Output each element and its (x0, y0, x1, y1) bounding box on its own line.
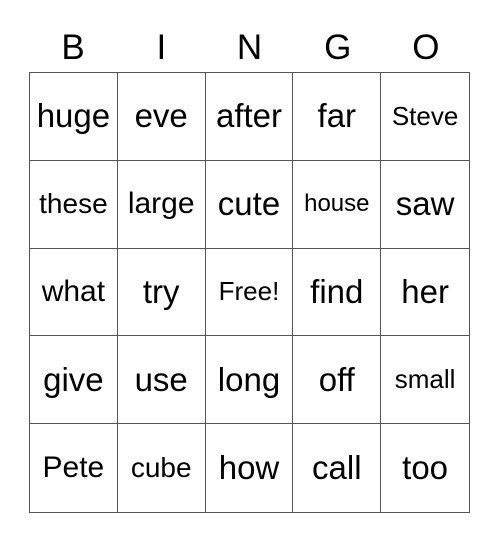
bingo-cell[interactable]: Pete (30, 424, 118, 512)
bingo-cell[interactable]: try (117, 248, 206, 337)
bingo-cell[interactable]: what (30, 248, 118, 337)
bingo-cell[interactable]: too (381, 424, 469, 512)
bingo-cell[interactable]: her (381, 249, 469, 337)
bingo-cell[interactable]: after (205, 73, 294, 161)
header-letter-g: G (324, 28, 352, 67)
bingo-cell[interactable]: give (30, 336, 118, 425)
bingo-cell[interactable]: Steve (381, 73, 469, 161)
header-letter-n: N (236, 28, 263, 67)
bingo-cell[interactable]: eve (117, 73, 206, 161)
bingo-cell[interactable]: small (381, 336, 469, 425)
bingo-cell[interactable]: cute (205, 160, 294, 249)
bingo-cell[interactable]: cube (118, 424, 206, 512)
bingo-grid: huge eve after far Steve these large cut… (29, 72, 470, 513)
bingo-cell[interactable]: use (117, 336, 206, 425)
header-letter-b: B (61, 28, 85, 67)
bingo-cell[interactable]: off (293, 336, 382, 425)
bingo-cell[interactable]: how (206, 424, 294, 512)
header-letter-i: I (156, 28, 167, 67)
bingo-cell[interactable]: call (293, 424, 382, 512)
header-letter-o: O (412, 28, 440, 67)
bingo-cell[interactable]: saw (381, 161, 469, 249)
free-space-cell[interactable]: Free! (205, 248, 294, 337)
bingo-header: B I N G O (29, 28, 470, 68)
bingo-cell[interactable]: find (293, 248, 382, 337)
bingo-cell[interactable]: house (293, 160, 382, 249)
bingo-cell[interactable]: long (205, 336, 294, 425)
bingo-cell[interactable]: large (117, 160, 206, 249)
bingo-cell[interactable]: these (30, 160, 118, 249)
bingo-cell[interactable]: far (293, 73, 382, 161)
bingo-cell[interactable]: huge (30, 73, 118, 161)
